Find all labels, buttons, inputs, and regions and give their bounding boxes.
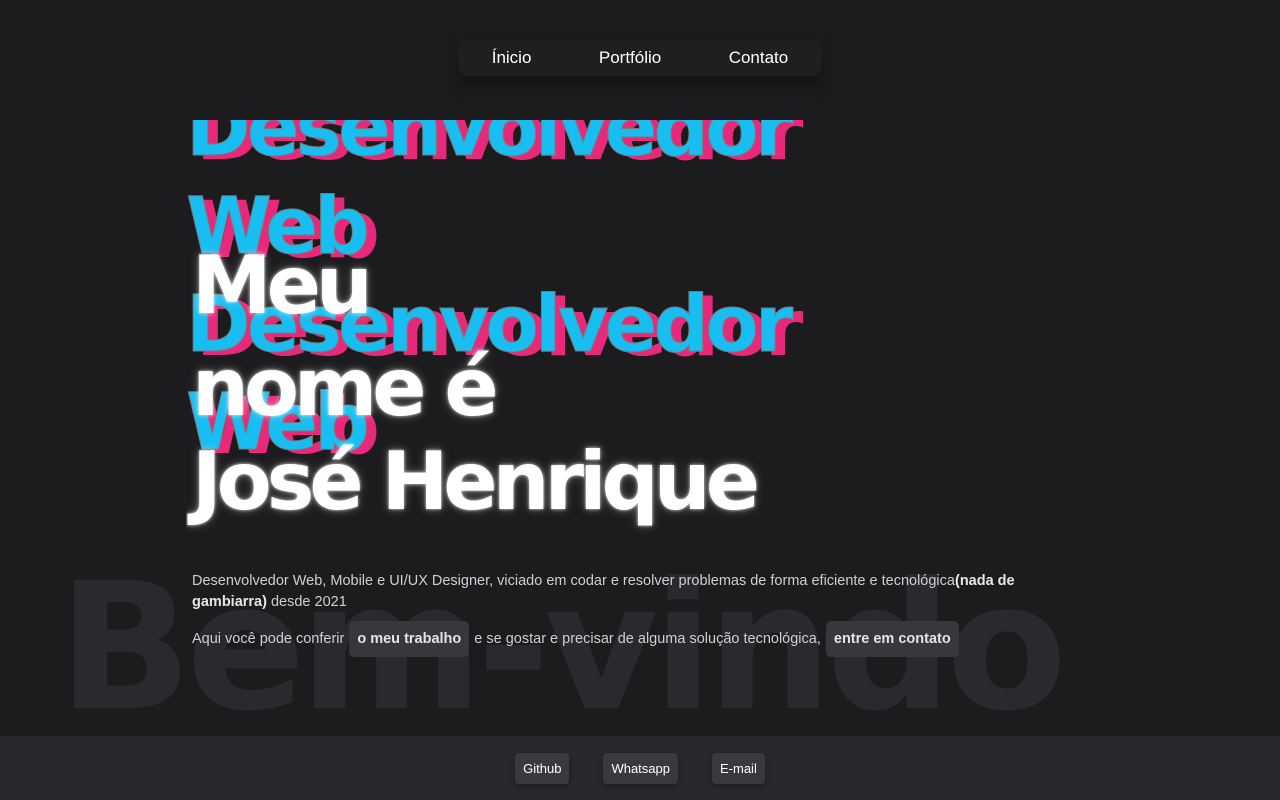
nav-item-inicio[interactable]: Ínicio — [492, 48, 532, 68]
top-nav: Ínicio Portfólio Contato — [458, 40, 822, 76]
cta-paragraph: Aqui você pode conferir o meu trabalho e… — [192, 621, 1092, 657]
contact-link[interactable]: entre em contato — [825, 621, 959, 657]
my-work-link[interactable]: o meu trabalho — [349, 621, 470, 657]
github-button[interactable]: Github — [515, 752, 570, 784]
name-line-nome: nome é — [192, 341, 499, 434]
nav-item-contato[interactable]: Contato — [729, 48, 789, 68]
role-word-desenvolvedor: Desenvolvedor — [186, 120, 794, 174]
name-line-full-name: José Henrique — [192, 435, 760, 528]
nav-item-portfolio[interactable]: Portfólio — [599, 48, 661, 68]
cta-text-1: Aqui você pode conferir — [192, 631, 345, 647]
intro-text: Desenvolvedor Web, Mobile e UI/UX Design… — [192, 572, 955, 589]
email-button[interactable]: E-mail — [712, 752, 765, 784]
intro-paragraph: Desenvolvedor Web, Mobile e UI/UX Design… — [192, 571, 1092, 613]
cta-text-2: e se gostar e precisar de alguma solução… — [474, 631, 821, 647]
hero-headline: Desenvolvedor Web Desenvolvedor Web Meu … — [186, 120, 966, 540]
name-line-meu: Meu — [192, 239, 373, 332]
footer: Github Whatsapp E-mail — [0, 736, 1280, 800]
page: Bem-vindo Ínicio Portfólio Contato Desen… — [0, 0, 1280, 800]
intro-text-since: desde 2021 — [266, 593, 347, 610]
whatsapp-button[interactable]: Whatsapp — [603, 752, 678, 784]
